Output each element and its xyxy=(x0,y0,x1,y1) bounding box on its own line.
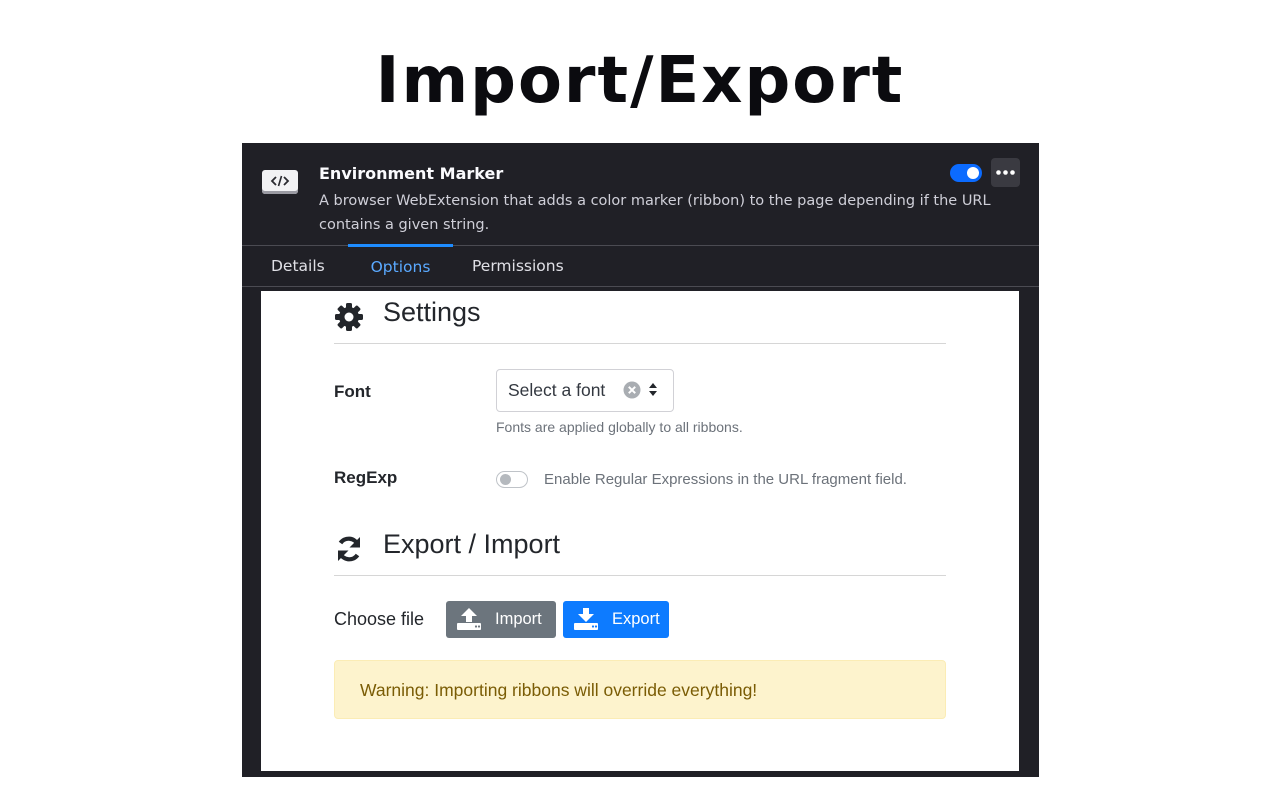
addon-enable-toggle[interactable] xyxy=(950,164,982,182)
code-icon xyxy=(262,170,298,194)
more-options-button[interactable] xyxy=(991,158,1020,187)
settings-title: Settings xyxy=(383,297,481,327)
regexp-toggle[interactable] xyxy=(496,471,528,488)
regexp-label: RegExp xyxy=(334,468,398,487)
font-select-placeholder: Select a font xyxy=(508,380,606,400)
choose-file-label[interactable]: Choose file xyxy=(334,609,424,630)
export-button[interactable]: Export xyxy=(563,601,669,638)
warning-text: Warning: Importing ribbons will override… xyxy=(360,680,758,700)
more-icon xyxy=(996,170,1015,175)
settings-section-header: Settings xyxy=(334,291,946,344)
addon-name: Environment Marker xyxy=(319,164,504,183)
import-button-label: Import xyxy=(495,610,542,628)
tab-bar: Details Options Permissions xyxy=(242,244,1039,287)
addon-card: Environment Marker A browser WebExtensio… xyxy=(242,143,1039,777)
sort-icon xyxy=(648,382,658,401)
addon-description: A browser WebExtension that adds a color… xyxy=(319,193,991,233)
import-button[interactable]: Import xyxy=(446,601,556,638)
tab-options[interactable]: Options xyxy=(348,244,453,287)
clear-icon[interactable] xyxy=(623,381,641,403)
font-help-text: Fonts are applied globally to all ribbon… xyxy=(496,419,743,435)
tab-details[interactable]: Details xyxy=(271,246,325,286)
download-icon xyxy=(573,608,599,636)
options-panel: Settings Font Select a font Fonts are ap… xyxy=(261,291,1019,771)
addon-header: Environment Marker A browser WebExtensio… xyxy=(242,143,1039,245)
sync-icon xyxy=(334,534,364,568)
font-select[interactable]: Select a font xyxy=(496,369,674,412)
font-label: Font xyxy=(334,382,371,401)
export-button-label: Export xyxy=(612,610,660,628)
export-import-title: Export / Import xyxy=(383,529,561,559)
hero-title: Import/Export xyxy=(375,44,905,118)
page: Import/Export Environment Marker A brows… xyxy=(0,0,1280,800)
tab-permissions[interactable]: Permissions xyxy=(472,246,564,286)
warning-alert: Warning: Importing ribbons will override… xyxy=(334,660,946,719)
gear-icon xyxy=(334,302,364,336)
upload-icon xyxy=(456,608,482,636)
export-import-section-header: Export / Import xyxy=(334,523,946,576)
regexp-description: Enable Regular Expressions in the URL fr… xyxy=(544,471,907,488)
